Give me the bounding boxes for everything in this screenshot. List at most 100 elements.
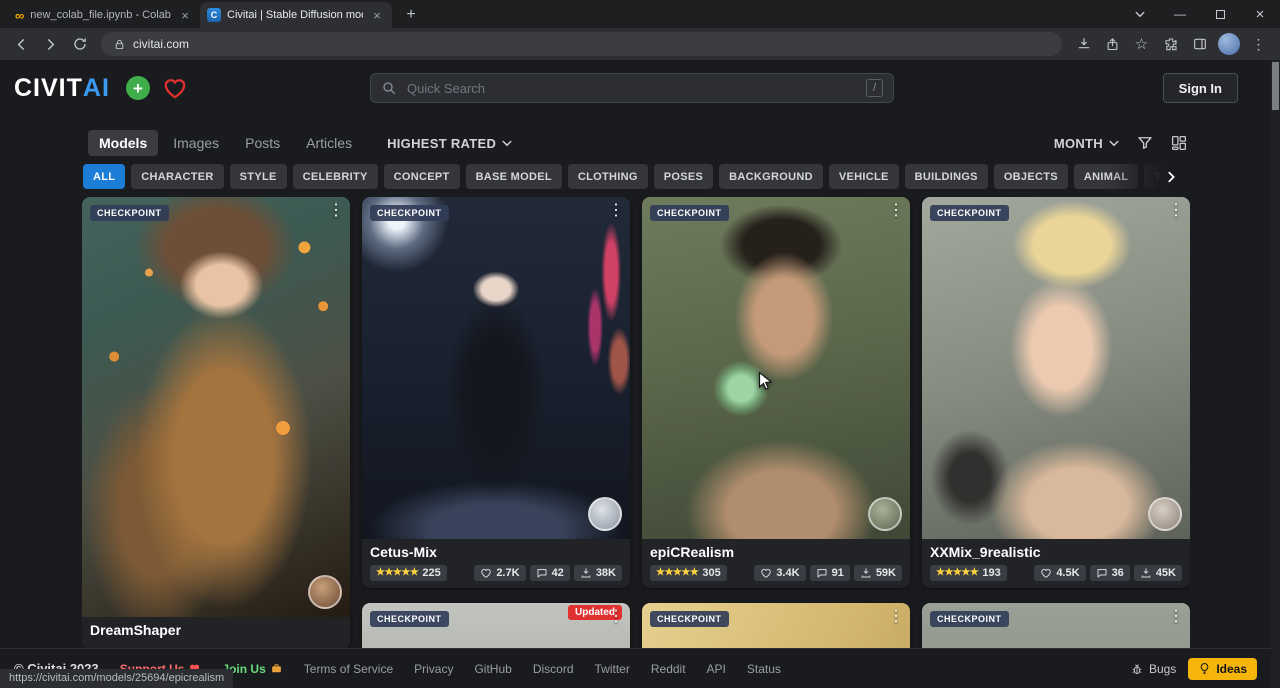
share-icon[interactable] [1099, 31, 1126, 57]
chip-concept[interactable]: CONCEPT [384, 164, 460, 189]
card-menu-kebab-icon[interactable]: ⋮ [606, 606, 626, 626]
comments-stat[interactable]: 91 [810, 565, 850, 581]
model-card-cetus-mix[interactable]: CHECKPOINT ⋮ Cetus-Mix ★★★★★ 225 [362, 197, 630, 588]
card-menu-kebab-icon[interactable]: ⋮ [886, 200, 906, 220]
chip-character[interactable]: CHARACTER [131, 164, 223, 189]
logo-ai-text: AI [83, 74, 110, 103]
support-heart-icon[interactable] [162, 75, 188, 101]
downloads-stat[interactable]: 38K [574, 565, 622, 581]
scrollbar-thumb[interactable] [1272, 62, 1279, 110]
tab-articles[interactable]: Articles [295, 130, 363, 156]
extensions-puzzle-icon[interactable] [1157, 31, 1184, 57]
reload-button[interactable] [66, 31, 93, 57]
likes-stat[interactable]: 4.5K [1034, 565, 1085, 581]
rating-stat[interactable]: ★★★★★ 193 [930, 565, 1007, 581]
tab-colab[interactable]: ∞ new_colab_file.ipynb - Colaborat × [8, 2, 200, 28]
tab-search-chevron-icon[interactable] [1120, 0, 1160, 28]
stat-group: 2.7K 42 38K [474, 565, 622, 581]
ideas-button[interactable]: Ideas [1188, 658, 1257, 680]
card-menu-kebab-icon[interactable]: ⋮ [1166, 606, 1186, 626]
download-icon [580, 567, 592, 579]
window-maximize-button[interactable] [1200, 0, 1240, 28]
model-card-epicrealism[interactable]: CHECKPOINT ⋮ epiCRealism ★★★★★ 305 [642, 197, 910, 588]
likes-stat[interactable]: 3.4K [754, 565, 805, 581]
create-plus-button[interactable]: + [126, 76, 150, 100]
bugs-button[interactable]: Bugs [1130, 662, 1176, 676]
card-menu-kebab-icon[interactable]: ⋮ [606, 200, 626, 220]
downloads-stat[interactable]: 59K [854, 565, 902, 581]
creator-avatar[interactable] [1148, 497, 1182, 531]
footer-link-discord[interactable]: Discord [533, 662, 574, 676]
sign-in-button[interactable]: Sign In [1163, 73, 1238, 103]
tab-posts[interactable]: Posts [234, 130, 291, 156]
address-bar[interactable]: civitai.com [101, 32, 1062, 56]
grid-column: CHECKPOINT ⋮ XXMix_9realistic ★★★★★ 193 [922, 197, 1190, 688]
lightbulb-icon [1198, 662, 1211, 675]
footer-link-github[interactable]: GitHub [474, 662, 511, 676]
card-menu-kebab-icon[interactable]: ⋮ [1166, 200, 1186, 220]
footer-link-twitter[interactable]: Twitter [595, 662, 630, 676]
chip-poses[interactable]: POSES [654, 164, 713, 189]
bookmark-star-icon[interactable]: ☆ [1128, 31, 1155, 57]
tab-title: Civitai | Stable Diffusion models, [227, 9, 363, 21]
rating-stat[interactable]: ★★★★★ 225 [370, 565, 447, 581]
new-tab-button[interactable]: + [398, 2, 424, 28]
profile-avatar[interactable] [1218, 33, 1240, 55]
tab-models[interactable]: Models [88, 130, 158, 156]
card-menu-kebab-icon[interactable]: ⋮ [886, 606, 906, 626]
filter-funnel-icon[interactable] [1136, 134, 1154, 152]
chip-vehicle[interactable]: VEHICLE [829, 164, 899, 189]
tab-close-icon[interactable]: × [369, 7, 385, 23]
model-card-dreamshaper[interactable]: CHECKPOINT ⋮ DreamShaper [82, 197, 350, 650]
tab-civitai[interactable]: C Civitai | Stable Diffusion models, × [200, 2, 392, 28]
creator-avatar[interactable] [308, 575, 342, 609]
chips-scroll-right-button[interactable] [1160, 166, 1182, 188]
tab-images[interactable]: Images [162, 130, 230, 156]
quick-search[interactable]: / [370, 73, 894, 103]
footer-link-status[interactable]: Status [747, 662, 781, 676]
footer-link-terms[interactable]: Terms of Service [304, 662, 393, 676]
likes-count: 3.4K [776, 567, 799, 579]
browser-menu-kebab-icon[interactable]: ⋮ [1245, 31, 1272, 57]
page-scrollbar[interactable] [1271, 60, 1280, 688]
comments-count: 36 [1112, 567, 1124, 579]
search-input[interactable] [405, 80, 858, 97]
bug-icon [1130, 662, 1144, 676]
grid-column: CHECKPOINT ⋮ Cetus-Mix ★★★★★ 225 [362, 197, 630, 688]
footer-link-privacy[interactable]: Privacy [414, 662, 453, 676]
chip-background[interactable]: BACKGROUND [719, 164, 823, 189]
downloads-icon[interactable] [1070, 31, 1097, 57]
chip-buildings[interactable]: BUILDINGS [905, 164, 988, 189]
civitai-logo[interactable]: CIVITAI [14, 74, 110, 103]
comments-stat[interactable]: 42 [530, 565, 570, 581]
forward-button[interactable] [37, 31, 64, 57]
window-minimize-button[interactable]: — [1160, 0, 1200, 28]
chip-all[interactable]: ALL [83, 164, 125, 189]
footer-link-api[interactable]: API [707, 662, 726, 676]
tab-close-icon[interactable]: × [177, 7, 193, 23]
chip-base-model[interactable]: BASE MODEL [466, 164, 562, 189]
downloads-stat[interactable]: 45K [1134, 565, 1182, 581]
side-panel-icon[interactable] [1186, 31, 1213, 57]
sort-dropdown[interactable]: HIGHEST RATED [387, 136, 513, 151]
model-card-xxmix-9realistic[interactable]: CHECKPOINT ⋮ XXMix_9realistic ★★★★★ 193 [922, 197, 1190, 588]
model-preview-image: CHECKPOINT ⋮ [922, 197, 1190, 539]
chip-clothing[interactable]: CLOTHING [568, 164, 648, 189]
chip-celebrity[interactable]: CELEBRITY [293, 164, 378, 189]
footer-link-reddit[interactable]: Reddit [651, 662, 686, 676]
stat-group: 4.5K 36 45K [1034, 565, 1182, 581]
period-dropdown[interactable]: MONTH [1054, 136, 1120, 151]
back-button[interactable] [8, 31, 35, 57]
stat-group: 3.4K 91 59K [754, 565, 902, 581]
rating-stat[interactable]: ★★★★★ 305 [650, 565, 727, 581]
likes-stat[interactable]: 2.7K [474, 565, 525, 581]
layout-masonry-icon[interactable] [1170, 134, 1188, 152]
chip-objects[interactable]: OBJECTS [994, 164, 1068, 189]
chip-style[interactable]: STYLE [230, 164, 287, 189]
nav-right-controls: MONTH [1054, 134, 1188, 152]
comments-stat[interactable]: 36 [1090, 565, 1130, 581]
creator-avatar[interactable] [868, 497, 902, 531]
creator-avatar[interactable] [588, 497, 622, 531]
card-menu-kebab-icon[interactable]: ⋮ [326, 200, 346, 220]
window-close-button[interactable]: × [1240, 0, 1280, 28]
